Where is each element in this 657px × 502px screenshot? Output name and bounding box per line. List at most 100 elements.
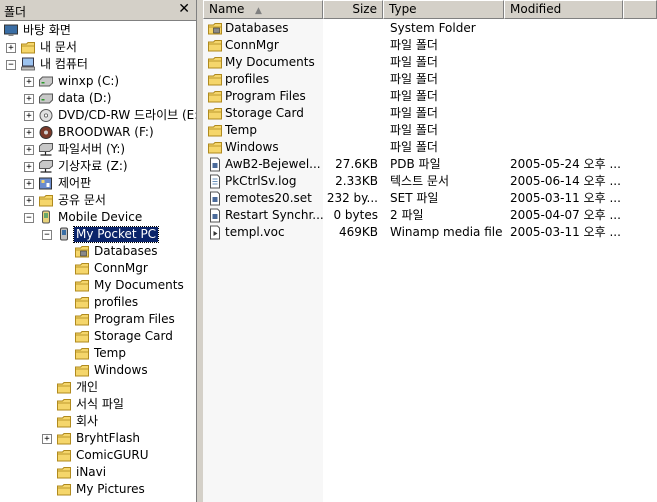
close-icon[interactable]: ✕ bbox=[178, 1, 190, 17]
file-list-row[interactable]: Restart Synchr... 0 bytes 2 파일 2005-04-07 오… bbox=[203, 207, 657, 224]
folder-icon bbox=[207, 89, 223, 104]
cd-app-icon bbox=[38, 125, 54, 139]
folder-icon bbox=[56, 448, 72, 462]
file-list-row[interactable]: remotes20.set 232 by... SET 파일 2005-03-11 오… bbox=[203, 190, 657, 207]
expand-icon[interactable]: + bbox=[24, 196, 34, 206]
collapse-icon[interactable]: − bbox=[42, 230, 52, 240]
file-list-row[interactable]: AwB2-Bejewel... 27.6KB PDB 파일 2005-05-24 오후… bbox=[203, 156, 657, 173]
tree-node-label: BROODWAR (F:) bbox=[58, 125, 154, 139]
file-list-row[interactable]: Program Files 파일 폴더 bbox=[203, 88, 657, 105]
media-file-icon bbox=[207, 225, 223, 240]
tree-node[interactable]: + data (D:) bbox=[0, 90, 196, 107]
expand-icon[interactable]: + bbox=[24, 94, 34, 104]
cd-drive-icon bbox=[38, 108, 54, 122]
tree-node-label: 바탕 화면 bbox=[23, 23, 71, 37]
tree-node-label: Mobile Device bbox=[58, 210, 143, 224]
file-modified: 2005-03-11 오후 ... bbox=[510, 225, 621, 239]
tree-node-label: 제어판 bbox=[58, 176, 92, 190]
tree-node[interactable]: Databases bbox=[0, 243, 196, 260]
tree-node[interactable]: ConnMgr bbox=[0, 260, 196, 277]
expand-icon[interactable]: + bbox=[24, 145, 34, 155]
network-drive-icon bbox=[38, 159, 54, 173]
tree-node[interactable]: + 내 문서 bbox=[0, 39, 196, 56]
tree-node-label: 회사 bbox=[76, 414, 99, 428]
file-list-row[interactable]: My Documents 파일 폴더 bbox=[203, 54, 657, 71]
tree-node[interactable]: Storage Card bbox=[0, 328, 196, 345]
tree-node[interactable]: + BROODWAR (F:) bbox=[0, 124, 196, 141]
file-list-row[interactable]: Temp 파일 폴더 bbox=[203, 122, 657, 139]
column-header-type[interactable]: Type bbox=[383, 0, 504, 19]
tree-node-label: ConnMgr bbox=[94, 261, 148, 275]
tree-node[interactable]: My Pictures bbox=[0, 481, 196, 498]
tree-node[interactable]: Windows bbox=[0, 362, 196, 379]
folder-icon bbox=[56, 465, 72, 479]
tree-node[interactable]: iNavi bbox=[0, 464, 196, 481]
tree-node[interactable]: Temp bbox=[0, 345, 196, 362]
tree-node[interactable]: 바탕 화면 bbox=[0, 22, 196, 39]
expand-icon[interactable]: + bbox=[24, 179, 34, 189]
file-name: My Documents bbox=[225, 55, 315, 69]
file-list-row[interactable]: profiles 파일 폴더 bbox=[203, 71, 657, 88]
file-name: PkCtrlSv.log bbox=[225, 174, 297, 188]
file-list-row[interactable]: Databases System Folder bbox=[203, 20, 657, 37]
tree-node-label: iNavi bbox=[76, 465, 107, 479]
tree-node-label: 공유 문서 bbox=[58, 193, 106, 207]
tree-node-label: Temp bbox=[94, 346, 126, 360]
tree-node-label: DVD/CD-RW 드라이브 (E:) bbox=[58, 108, 197, 122]
expand-icon[interactable]: + bbox=[6, 43, 16, 53]
file-name: remotes20.set bbox=[225, 191, 312, 205]
tree-node[interactable]: + 공유 문서 bbox=[0, 192, 196, 209]
collapse-icon[interactable]: − bbox=[24, 213, 34, 223]
folder-tree-pane: 폴더 ✕ 바탕 화면 + 내 문서 − 내 컴퓨터 + winxp (C:) + data (D… bbox=[0, 0, 197, 502]
tree-node[interactable]: profiles bbox=[0, 294, 196, 311]
tree-node-label: My Pictures bbox=[76, 482, 145, 496]
file-modified: 2005-03-11 오후 ... bbox=[510, 191, 621, 205]
tree-node-label: Storage Card bbox=[94, 329, 173, 343]
drive-icon bbox=[38, 91, 54, 105]
column-header-modified[interactable]: Modified bbox=[504, 0, 623, 19]
tree-node[interactable]: My Documents bbox=[0, 277, 196, 294]
database-folder-icon bbox=[207, 21, 223, 36]
column-header-name[interactable]: Name ▲ bbox=[203, 0, 323, 19]
file-type: 파일 폴더 bbox=[390, 72, 438, 86]
tree-node[interactable]: Program Files bbox=[0, 311, 196, 328]
tree-node[interactable]: − My Pocket PC bbox=[0, 226, 196, 243]
column-header-type-label: Type bbox=[389, 2, 417, 16]
file-list-row[interactable]: PkCtrlSv.log 2.33KB 텍스트 문서 2005-06-14 오후 ..… bbox=[203, 173, 657, 190]
file-size: 27.6KB bbox=[335, 157, 378, 171]
column-header-name-label: Name bbox=[209, 2, 245, 16]
file-list-row[interactable]: Windows 파일 폴더 bbox=[203, 139, 657, 156]
expand-icon[interactable]: + bbox=[24, 77, 34, 87]
tree-node[interactable]: 서식 파일 bbox=[0, 396, 196, 413]
file-icon bbox=[207, 191, 223, 206]
tree-node[interactable]: 회사 bbox=[0, 413, 196, 430]
desktop-icon bbox=[3, 23, 19, 37]
tree-node[interactable]: + 제어판 bbox=[0, 175, 196, 192]
column-header-size[interactable]: Size bbox=[323, 0, 383, 19]
expand-icon[interactable]: + bbox=[24, 128, 34, 138]
file-type: 파일 폴더 bbox=[390, 55, 438, 69]
file-name: Databases bbox=[225, 21, 289, 35]
file-list-row[interactable]: Storage Card 파일 폴더 bbox=[203, 105, 657, 122]
file-list-row[interactable]: templ.voc 469KB Winamp media file 2005-03-1… bbox=[203, 224, 657, 241]
file-list-row[interactable]: ConnMgr 파일 폴더 bbox=[203, 37, 657, 54]
column-header-modified-label: Modified bbox=[510, 2, 562, 16]
expand-icon[interactable]: + bbox=[42, 434, 52, 444]
tree-node[interactable]: + winxp (C:) bbox=[0, 73, 196, 90]
tree-node[interactable]: ComicGURU bbox=[0, 447, 196, 464]
tree-node[interactable]: 개인 bbox=[0, 379, 196, 396]
expand-icon[interactable]: + bbox=[24, 162, 34, 172]
collapse-icon[interactable]: − bbox=[6, 60, 16, 70]
folder-icon bbox=[74, 346, 90, 360]
file-name: ConnMgr bbox=[225, 38, 279, 52]
tree-node[interactable]: + DVD/CD-RW 드라이브 (E:) bbox=[0, 107, 197, 124]
file-type: 텍스트 문서 bbox=[390, 174, 450, 188]
tree-node[interactable]: − Mobile Device bbox=[0, 209, 196, 226]
tree-node[interactable]: + 파일서버 (Y:) bbox=[0, 141, 196, 158]
file-name: Windows bbox=[225, 140, 279, 154]
expand-icon[interactable]: + bbox=[24, 111, 34, 121]
tree-node[interactable]: − 내 컴퓨터 bbox=[0, 56, 196, 73]
folder-icon bbox=[74, 261, 90, 275]
tree-node[interactable]: + BryhtFlash bbox=[0, 430, 196, 447]
tree-node[interactable]: + 기상자료 (Z:) bbox=[0, 158, 196, 175]
